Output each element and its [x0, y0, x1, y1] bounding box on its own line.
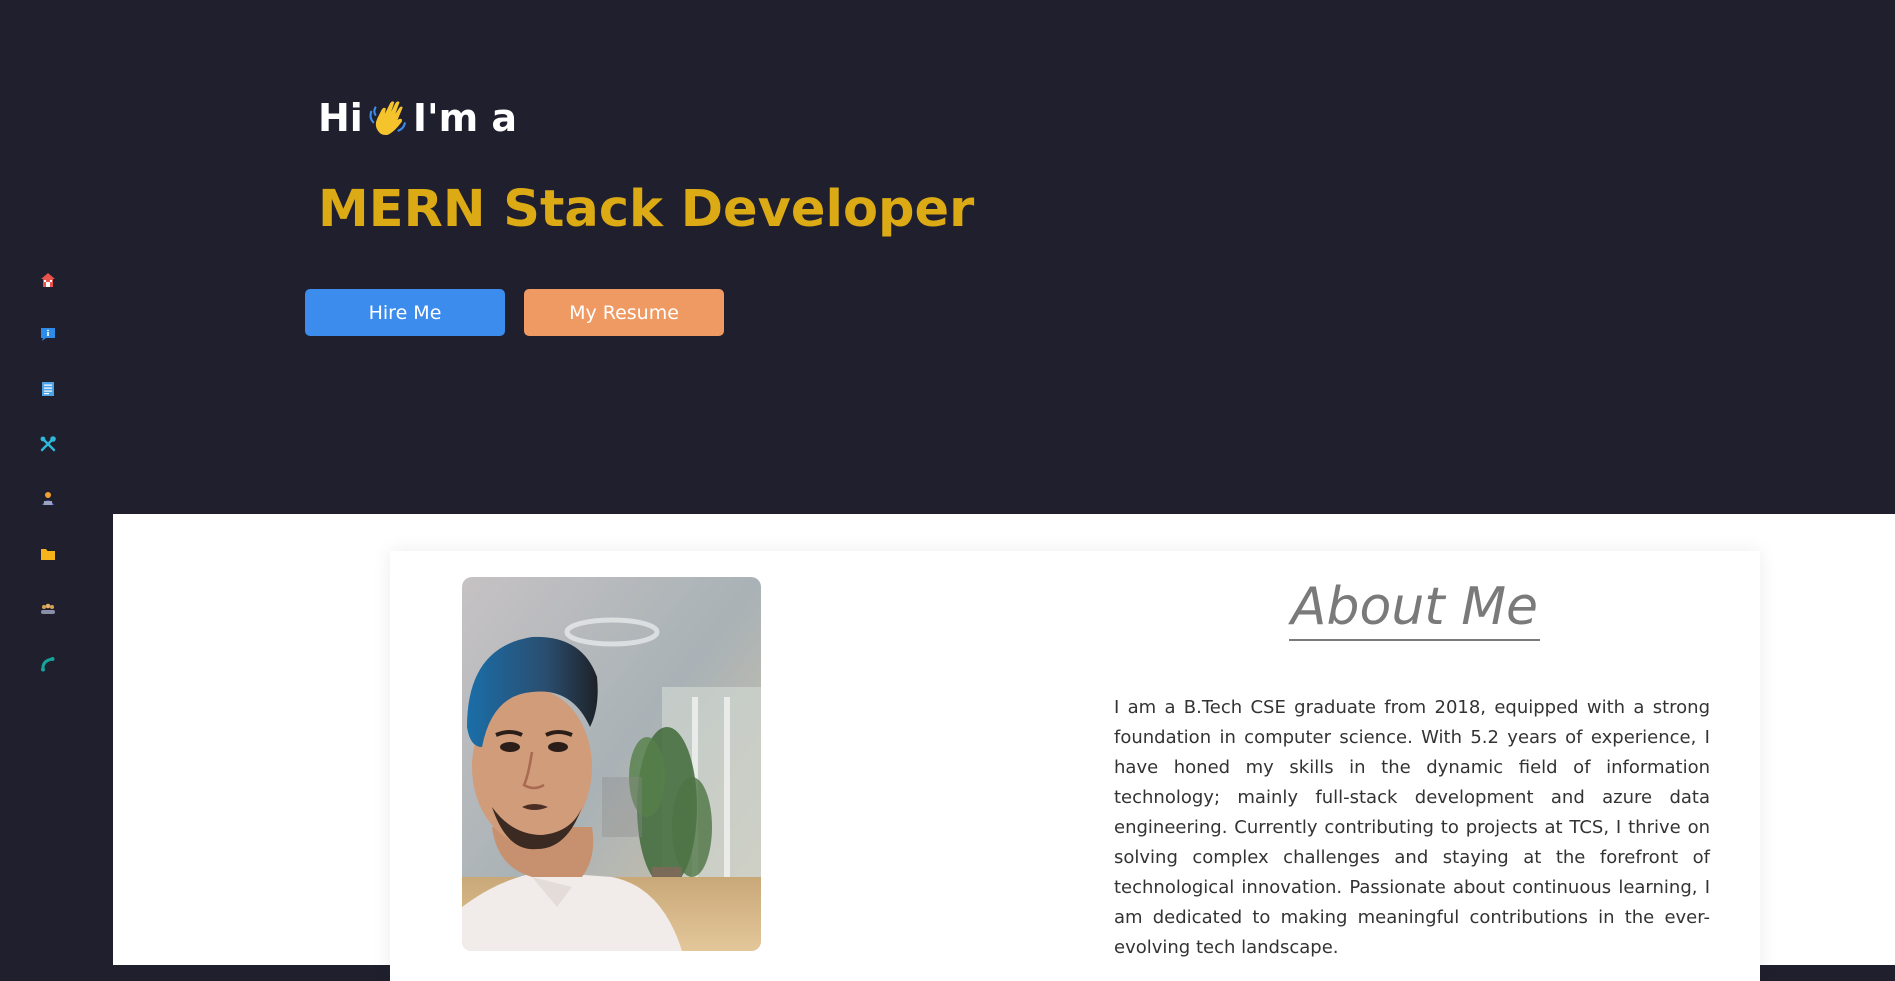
phone-icon [41, 657, 55, 672]
profile-photo [462, 577, 761, 951]
greeting-heading: Hi I'm a [318, 96, 517, 140]
about-section: About Me I am a B.Tech CSE graduate from… [113, 514, 1895, 981]
hero-section: Hi I'm a MERN Stack Developer Hire Me My… [113, 0, 1895, 514]
greeting-hi: Hi [318, 96, 363, 140]
document-icon [42, 382, 54, 396]
about-card: About Me I am a B.Tech CSE graduate from… [390, 551, 1760, 981]
nav-resume[interactable] [36, 377, 60, 401]
about-title-text: About Me [1288, 577, 1541, 641]
tools-icon [40, 436, 56, 452]
about-heading: About Me [1116, 577, 1713, 641]
hire-me-button[interactable]: Hire Me [305, 289, 505, 336]
role-heading: MERN Stack Developer [318, 180, 975, 239]
waving-hand-icon [369, 101, 406, 136]
nav-home[interactable] [36, 268, 60, 292]
home-icon [41, 273, 55, 287]
person-laptop-icon [42, 492, 54, 505]
nav-experience[interactable] [36, 487, 60, 511]
nav-team[interactable] [36, 597, 60, 621]
folder-icon [41, 549, 55, 560]
about-paragraph: I am a B.Tech CSE graduate from 2018, eq… [1114, 697, 1710, 958]
sidebar-nav [0, 0, 113, 965]
people-icon [41, 603, 55, 614]
greeting-im-a: I'm a [412, 96, 518, 140]
nav-contact[interactable] [36, 652, 60, 676]
info-chat-icon [41, 328, 55, 341]
profile-photo-image [462, 577, 761, 951]
nav-about[interactable] [36, 322, 60, 346]
my-resume-button[interactable]: My Resume [524, 289, 724, 336]
nav-projects[interactable] [36, 542, 60, 566]
nav-skills[interactable] [36, 432, 60, 456]
